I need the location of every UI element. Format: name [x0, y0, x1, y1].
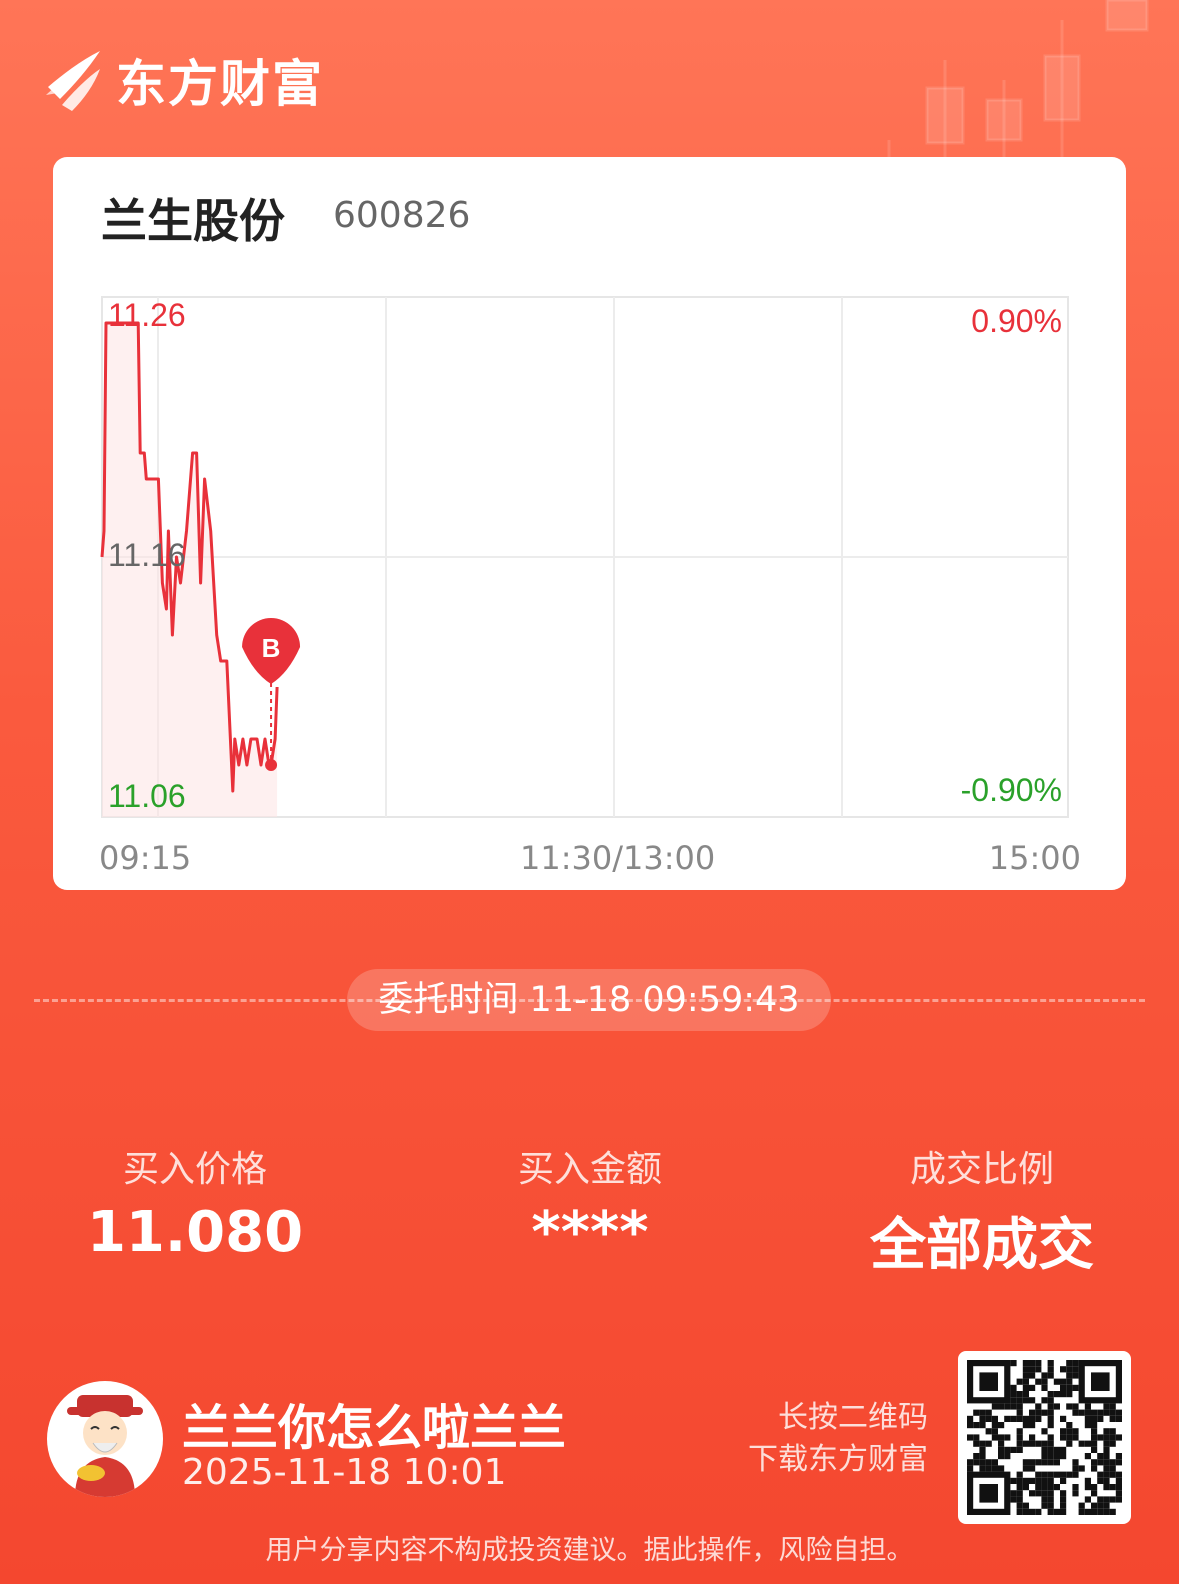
stock-name: 兰生股份 [101, 194, 285, 248]
time-tick-end: 15:00 [988, 839, 1081, 877]
stat-label: 成交比例 [909, 1149, 1054, 1190]
price-low-label: 11.06 [108, 778, 186, 814]
pct-high-label: 0.90% [971, 303, 1062, 339]
stat-fill-ratio: 成交比例 全部成交 [802, 1140, 1162, 1281]
background-candles [887, 0, 1149, 160]
stock-card: 兰生股份 600826 11.26 11.16 11.06 0.90% -0.9… [53, 157, 1126, 890]
price-mid-label: 11.16 [108, 537, 186, 573]
buy-marker-label: B [262, 633, 281, 663]
qr-hint-line2: 下载东方财富 [748, 1442, 928, 1477]
stock-code: 600826 [333, 195, 471, 236]
trade-stats: 买入价格 11.080 买入金额 **** 成交比例 全部成交 [0, 1140, 1179, 1280]
qr-code-icon [967, 1360, 1122, 1515]
eastmoney-logo-icon [46, 51, 100, 111]
stat-value: 全部成交 [870, 1213, 1094, 1278]
stat-buy-price: 买入价格 11.080 [15, 1140, 375, 1265]
user-name: 兰兰你怎么啦兰兰 [182, 1400, 567, 1456]
user-avatar[interactable] [47, 1381, 163, 1497]
brand-logo: 东方财富 [44, 44, 324, 116]
price-high-label: 11.26 [108, 297, 186, 333]
intraday-chart: 11.26 11.16 11.06 0.90% -0.90% B [100, 296, 1069, 818]
qr-hint: 长按二维码 下载东方财富 [720, 1397, 928, 1481]
caishen-avatar-icon [67, 1395, 143, 1497]
brand-name: 东方财富 [116, 55, 324, 113]
order-time-pill: 委托时间 11-18 09:59:43 [347, 969, 831, 1031]
time-tick-start: 09:15 [99, 839, 192, 877]
stat-label: 买入价格 [122, 1149, 267, 1190]
qr-code[interactable] [958, 1351, 1131, 1524]
share-time: 2025-11-18 10:01 [182, 1452, 507, 1493]
time-tick-mid: 11:30/13:00 [520, 839, 716, 877]
pct-low-label: -0.90% [961, 772, 1062, 808]
stat-label: 买入金额 [517, 1149, 662, 1190]
stat-value: 11.080 [86, 1200, 304, 1265]
qr-hint-line1: 长按二维码 [778, 1400, 928, 1435]
stat-value: **** [531, 1200, 649, 1265]
disclaimer: 用户分享内容不构成投资建议。据此操作，风险自担。 [265, 1535, 914, 1566]
stat-buy-amount: 买入金额 **** [410, 1140, 770, 1265]
